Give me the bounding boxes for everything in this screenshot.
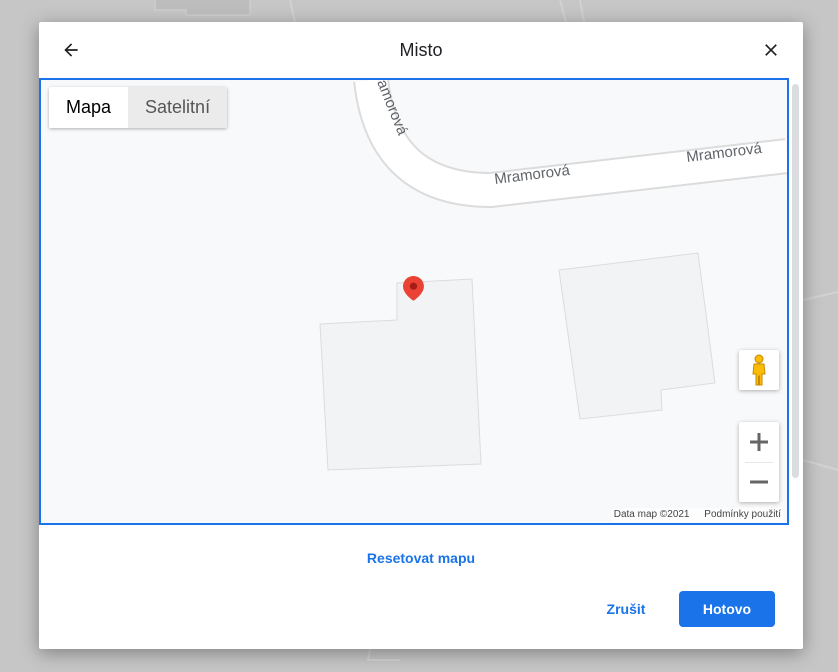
building-left (319, 278, 482, 471)
dialog-scrollbar[interactable] (789, 78, 803, 525)
terms-of-use-link[interactable]: Podmínky použití (704, 509, 781, 520)
zoom-control (739, 422, 779, 502)
map-data-attribution: Data map ©2021 (613, 509, 690, 520)
arrow-back-icon (64, 43, 78, 57)
dialog-header: Misto (39, 22, 803, 78)
map-attribution: Data map ©2021 Podmínky použití (611, 508, 783, 522)
done-button[interactable]: Hotovo (679, 591, 775, 627)
building-right (558, 252, 716, 420)
pegman-icon (752, 354, 766, 386)
plus-icon (750, 433, 768, 451)
close-icon (765, 44, 777, 56)
zoom-in-button[interactable] (739, 422, 779, 462)
map-drawing: amorová Mramorová Mramorová (319, 80, 787, 471)
close-button[interactable] (755, 34, 787, 66)
reset-map-row: Resetovat mapu (39, 550, 803, 566)
street-view-pegman-button[interactable] (739, 350, 779, 390)
map-type-control: Mapa Satelitní (49, 87, 228, 128)
back-button[interactable] (55, 34, 87, 66)
location-dialog: Misto amorová Mramorová Mramorová Mapa S… (39, 22, 803, 649)
minus-icon (750, 480, 768, 484)
scrollbar-thumb[interactable] (792, 84, 799, 478)
dialog-title: Misto (399, 40, 443, 60)
map-type-map-button[interactable]: Mapa (49, 87, 129, 128)
reset-map-link[interactable]: Resetovat mapu (367, 550, 475, 566)
cancel-button[interactable]: Zrušit (594, 591, 658, 627)
zoom-out-button[interactable] (739, 462, 779, 502)
map-type-satellite-button[interactable]: Satelitní (128, 87, 228, 128)
map-canvas[interactable]: amorová Mramorová Mramorová Mapa Satelit… (39, 78, 789, 525)
zoom-divider (745, 462, 773, 463)
